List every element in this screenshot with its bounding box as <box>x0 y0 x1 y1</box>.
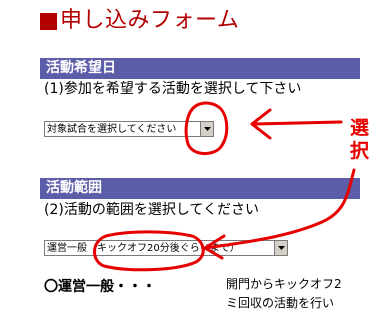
dropdown-arrow-icon[interactable] <box>274 241 287 255</box>
section-header-activity-date: 活動希望日 <box>40 58 360 79</box>
activity-select-value: 対象試合を選択してください <box>47 124 177 135</box>
range-select[interactable]: 運営一般（キックオフ20分後ぐらいまで） <box>44 240 288 256</box>
annotation-char-2: 択 <box>350 140 370 162</box>
section-header-activity-range: 活動範囲 <box>40 178 360 199</box>
description-line-2: ミ回収の活動を行い <box>226 296 335 310</box>
range-select-value: 運営一般（キックオフ20分後ぐらいまで） <box>47 243 240 254</box>
description-line-1: 開門からキックオフ2 <box>226 277 342 291</box>
dropdown-arrow-icon[interactable] <box>200 122 213 136</box>
instruction-1: (1)参加を希望する活動を選択して下さい <box>44 81 302 97</box>
form-title: 申し込みフォーム <box>40 8 239 34</box>
arrow-annotation-1 <box>250 108 343 140</box>
form-title-text: 申し込みフォーム <box>60 8 240 33</box>
red-annotation-overlay <box>93 101 356 272</box>
bullet-operations-general: 〇運営一般・・・ <box>44 279 156 295</box>
instruction-2: (2)活動の範囲を選択してください <box>44 202 259 218</box>
activity-select[interactable]: 対象試合を選択してください <box>44 121 214 137</box>
title-square-icon <box>40 12 57 30</box>
